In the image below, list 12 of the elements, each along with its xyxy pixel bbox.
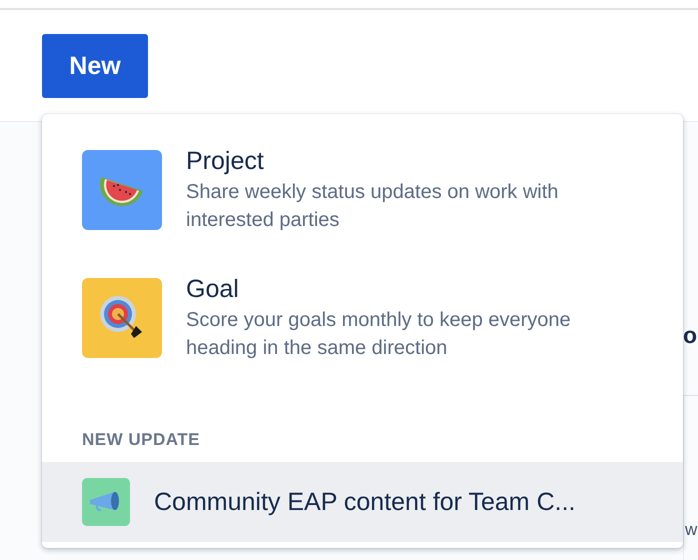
megaphone-icon (82, 478, 130, 526)
menu-item-title[interactable]: Project (186, 144, 646, 178)
target-icon (82, 278, 162, 358)
page-text: w (685, 520, 698, 540)
menu-item-title[interactable]: Goal (186, 272, 646, 306)
new-button[interactable]: New (42, 34, 148, 98)
page-heading: o (683, 322, 698, 349)
section-heading: NEW UPDATE (81, 429, 202, 450)
menu-item-description: Score your goals monthly to keep everyone heading in the same direction (186, 308, 572, 361)
update-item[interactable]: Community EAP content for Team C... (42, 462, 683, 542)
menu-item-description: Share weekly status updates on work with interested parties (186, 180, 560, 233)
watermelon-icon (82, 150, 162, 230)
